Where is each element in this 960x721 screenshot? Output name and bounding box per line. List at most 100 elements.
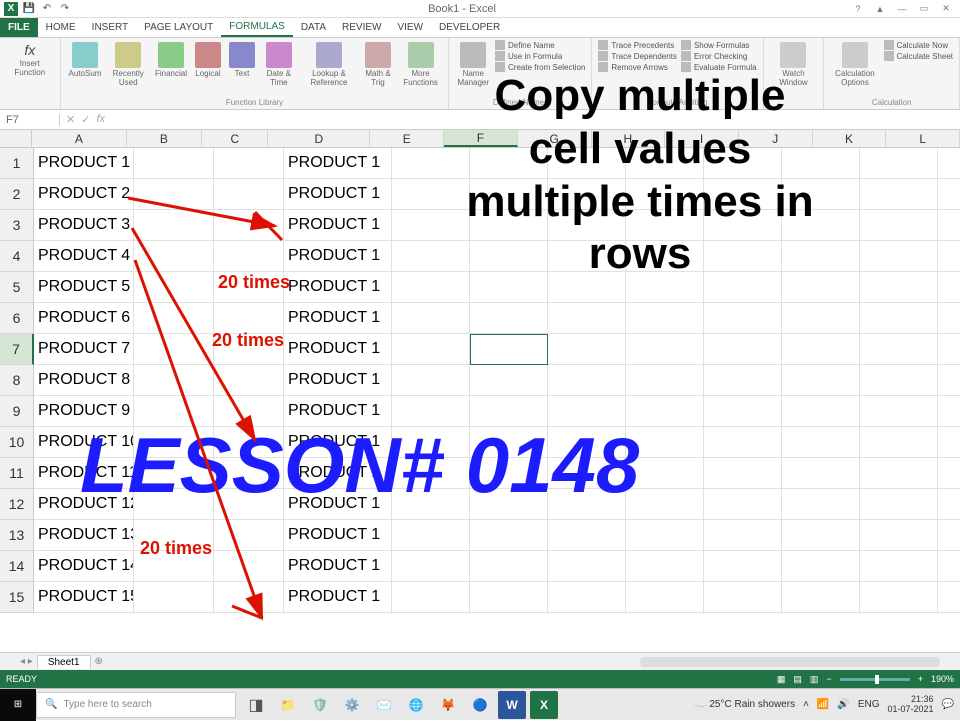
cell[interactable] (134, 303, 214, 334)
cell[interactable] (782, 396, 860, 427)
cell[interactable] (860, 520, 938, 551)
explorer-icon[interactable]: 📁 (274, 691, 302, 719)
cell[interactable] (134, 396, 214, 427)
row-header-7[interactable]: 7 (0, 334, 34, 365)
cell[interactable] (214, 210, 284, 241)
cell[interactable] (704, 582, 782, 613)
cell[interactable] (704, 210, 782, 241)
row-header-9[interactable]: 9 (0, 396, 34, 427)
tab-review[interactable]: REVIEW (334, 18, 389, 37)
cell[interactable] (938, 427, 960, 458)
cell[interactable]: PRODUCT 3 (34, 210, 134, 241)
cell[interactable] (626, 582, 704, 613)
evaluate-formula-button[interactable]: Evaluate Formula (681, 62, 757, 72)
cell[interactable] (938, 334, 960, 365)
minimize-icon[interactable]: — (892, 2, 912, 16)
row-header-11[interactable]: 11 (0, 458, 34, 489)
tab-developer[interactable]: DEVELOPER (431, 18, 508, 37)
cell[interactable] (860, 458, 938, 489)
zoom-in-icon[interactable]: + (918, 674, 923, 684)
show-formulas-button[interactable]: Show Formulas (681, 40, 757, 50)
cell[interactable] (134, 489, 214, 520)
edge-icon[interactable]: 🌐 (402, 691, 430, 719)
cell[interactable] (548, 334, 626, 365)
cell[interactable] (704, 303, 782, 334)
row-header-10[interactable]: 10 (0, 427, 34, 458)
remove-arrows-button[interactable]: Remove Arrows (598, 62, 677, 72)
col-header-K[interactable]: K (813, 130, 887, 147)
cell[interactable] (626, 489, 704, 520)
cell[interactable] (392, 179, 470, 210)
cell[interactable] (782, 241, 860, 272)
cell[interactable] (938, 365, 960, 396)
define-name-button[interactable]: Define Name (495, 40, 585, 50)
volume-icon[interactable]: 🔊 (837, 699, 849, 710)
cell[interactable]: PRODUCT 1 (284, 272, 392, 303)
col-header-J[interactable]: J (739, 130, 813, 147)
cell[interactable] (470, 241, 548, 272)
cell[interactable] (548, 520, 626, 551)
cell[interactable] (134, 272, 214, 303)
cell[interactable] (214, 365, 284, 396)
cell[interactable] (470, 365, 548, 396)
cell[interactable] (938, 458, 960, 489)
cell[interactable] (782, 489, 860, 520)
col-header-L[interactable]: L (886, 130, 960, 147)
cell[interactable] (626, 241, 704, 272)
cell[interactable] (548, 303, 626, 334)
cell[interactable] (938, 272, 960, 303)
language-indicator[interactable]: ENG (858, 699, 880, 710)
cell[interactable] (782, 520, 860, 551)
logical-button[interactable]: Logical (193, 40, 223, 81)
cell[interactable]: PRODUCT 1 (284, 489, 392, 520)
col-header-A[interactable]: A (32, 130, 126, 147)
use-in-formula-button[interactable]: Use in Formula (495, 51, 585, 61)
cell[interactable]: PRODUCT 12 (34, 489, 134, 520)
weather-widget[interactable]: ☁️ 25°C Rain showers (694, 699, 795, 710)
cell[interactable] (392, 272, 470, 303)
cell[interactable] (704, 365, 782, 396)
cell[interactable] (134, 179, 214, 210)
col-header-G[interactable]: G (518, 130, 592, 147)
recently-used-button[interactable]: Recently Used (107, 40, 149, 90)
cell[interactable] (626, 303, 704, 334)
cell[interactable] (626, 396, 704, 427)
cell[interactable]: PRODUCT 1 (284, 427, 392, 458)
cell[interactable] (860, 179, 938, 210)
chrome-icon[interactable]: 🔵 (466, 691, 494, 719)
cell[interactable] (470, 210, 548, 241)
cell[interactable] (134, 427, 214, 458)
cell[interactable] (134, 241, 214, 272)
cell[interactable] (134, 365, 214, 396)
cell[interactable]: PRODUCT 1 (284, 551, 392, 582)
col-header-C[interactable]: C (202, 130, 268, 147)
cell[interactable] (938, 489, 960, 520)
cell[interactable] (860, 272, 938, 303)
cell[interactable] (548, 210, 626, 241)
cell[interactable] (938, 179, 960, 210)
lookup-button[interactable]: Lookup & Reference (301, 40, 358, 90)
cell[interactable]: PRODUCT 15 (34, 582, 134, 613)
cell[interactable] (392, 458, 470, 489)
cell[interactable]: PRODUCT 1 (284, 241, 392, 272)
mail-icon[interactable]: ✉️ (370, 691, 398, 719)
row-header-2[interactable]: 2 (0, 179, 34, 210)
cell[interactable] (782, 179, 860, 210)
cell[interactable]: PRODUCT 1 (34, 148, 134, 179)
cell[interactable]: PRODUCT 1 (284, 520, 392, 551)
task-view-icon[interactable]: ◨ (242, 691, 270, 719)
row-header-3[interactable]: 3 (0, 210, 34, 241)
cell[interactable] (214, 520, 284, 551)
zoom-out-icon[interactable]: − (826, 674, 831, 684)
sheet-tab-1[interactable]: Sheet1 (37, 655, 91, 669)
cell[interactable] (392, 427, 470, 458)
cell[interactable] (134, 551, 214, 582)
cell[interactable] (626, 551, 704, 582)
cell[interactable]: PRODUCT 1 (284, 179, 392, 210)
cell[interactable] (860, 334, 938, 365)
cell[interactable] (470, 303, 548, 334)
cell[interactable] (548, 427, 626, 458)
network-icon[interactable]: 📶 (817, 699, 829, 710)
cell[interactable] (214, 458, 284, 489)
cell[interactable]: PRODUCT 11 (34, 458, 134, 489)
